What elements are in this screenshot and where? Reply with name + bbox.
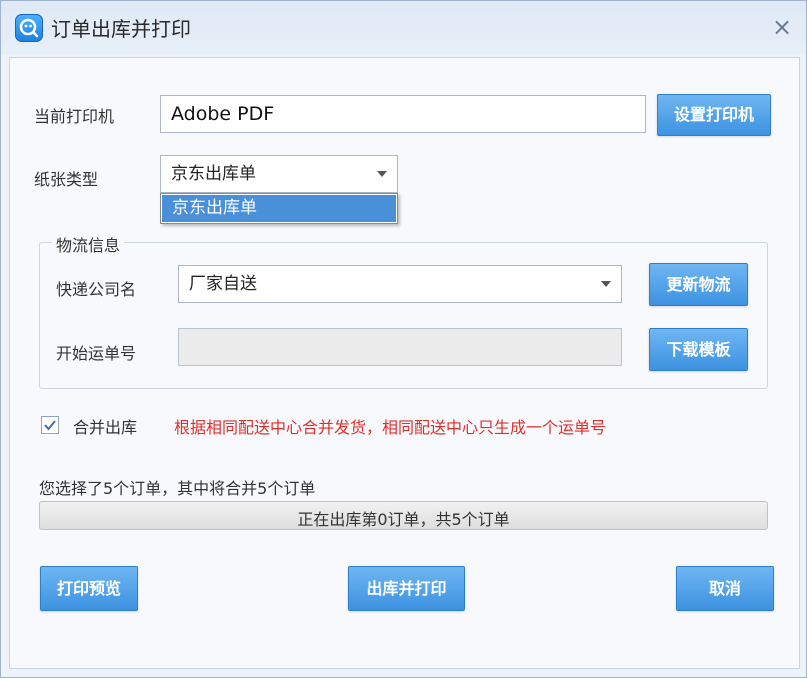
outbound-and-print-button[interactable]: 出库并打印 xyxy=(348,566,465,611)
paper-type-value: 京东出库单 xyxy=(171,164,256,184)
courier-company-label: 快递公司名 xyxy=(56,280,137,299)
merge-label: 合并出库 xyxy=(73,418,138,437)
cancel-button[interactable]: 取消 xyxy=(676,566,774,611)
paper-type-option[interactable]: 京东出库单 xyxy=(162,195,396,222)
logistics-group-title: 物流信息 xyxy=(52,232,125,256)
title-bar: 订单出库并打印 × xyxy=(1,1,806,55)
courier-company-value: 厂家自送 xyxy=(189,274,257,294)
printer-input[interactable]: Adobe PDF xyxy=(160,95,646,133)
progress-text: 正在出库第0订单，共5个订单 xyxy=(297,510,510,529)
chevron-down-icon[interactable] xyxy=(601,281,611,287)
app-logo-icon xyxy=(15,14,43,42)
start-waybill-input[interactable] xyxy=(178,328,622,366)
courier-company-select[interactable]: 厂家自送 xyxy=(178,265,622,303)
print-preview-button[interactable]: 打印预览 xyxy=(40,566,138,611)
set-printer-button[interactable]: 设置打印机 xyxy=(657,94,771,136)
download-template-button[interactable]: 下载模板 xyxy=(649,328,748,371)
paper-type-select[interactable]: 京东出库单 xyxy=(160,155,398,193)
checkmark-icon xyxy=(44,420,56,431)
merge-note: 根据相同配送中心合并发货，相同配送中心只生成一个运单号 xyxy=(174,418,607,437)
paper-type-label: 纸张类型 xyxy=(34,170,99,189)
update-logistics-button[interactable]: 更新物流 xyxy=(649,263,748,306)
close-icon[interactable]: × xyxy=(770,15,794,39)
chevron-down-icon[interactable] xyxy=(377,171,387,177)
paper-type-dropdown-list: 京东出库单 xyxy=(160,193,398,224)
progress-bar: 正在出库第0订单，共5个订单 xyxy=(39,501,768,530)
printer-label: 当前打印机 xyxy=(34,107,115,126)
window-title: 订单出库并打印 xyxy=(51,17,191,41)
selection-summary: 您选择了5个订单，其中将合并5个订单 xyxy=(39,479,316,498)
start-waybill-label: 开始运单号 xyxy=(56,344,137,363)
merge-checkbox[interactable] xyxy=(41,416,59,434)
